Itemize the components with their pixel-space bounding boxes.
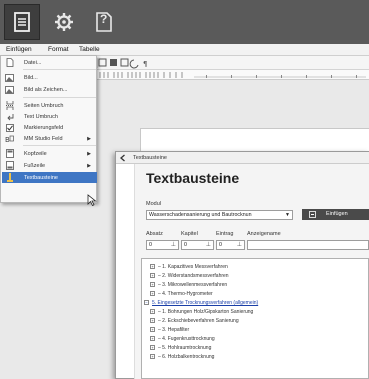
menu-item-mm-studio-feld[interactable]: B MM Studio Feld ▶	[2, 133, 97, 144]
dialog-window-title: Textbausteine	[133, 155, 167, 161]
kapitel-stepper[interactable]: 0 ⊥	[181, 240, 214, 250]
expand-icon[interactable]: +	[150, 327, 155, 333]
textblock-icon	[4, 172, 15, 183]
field-icon: B	[4, 133, 15, 144]
modul-select[interactable]: Wasserschadensanierung und Bautrocknun ▼	[146, 210, 293, 220]
back-arrow-icon[interactable]	[119, 154, 127, 162]
absatz-label: Absatz	[146, 231, 163, 237]
help-icon[interactable]: ?	[86, 4, 122, 40]
menu-item-datei[interactable]: Datei...	[2, 57, 97, 68]
expand-icon[interactable]: +	[150, 336, 155, 342]
insert-menu: Datei... Bild... Bild als Zeichen... Sei…	[0, 55, 97, 206]
menu-format[interactable]: Format	[48, 46, 69, 53]
tree-node[interactable]: + – 6. Holzbalkentrocknung	[150, 354, 214, 360]
tree-node[interactable]: + – 5. Hohlraumtrocknung	[150, 345, 211, 351]
expand-icon[interactable]: +	[150, 282, 155, 288]
expand-icon[interactable]: +	[150, 273, 155, 279]
tree-node-section[interactable]: −5. Eingesetzte Trocknungsverfahren (all…	[144, 300, 258, 306]
expand-icon[interactable]: +	[150, 309, 155, 315]
svg-text:B: B	[5, 136, 10, 143]
spinner-icon[interactable]: ⊥	[206, 241, 211, 249]
tree-node[interactable]: + – 1. Kapazitives Messverfahren	[150, 264, 228, 270]
expand-icon[interactable]: +	[150, 264, 155, 270]
submenu-arrow-icon: ▶	[87, 162, 91, 169]
eintrag-stepper[interactable]: 0 ⊥	[216, 240, 245, 250]
menu-item-text-umbruch[interactable]: Text Umbruch	[2, 111, 97, 122]
tree-node[interactable]: + – 3. Mikrowellenmessverfahren	[150, 282, 227, 288]
textblock-tree: + – 1. Kapazitives Messverfahren + – 2. Wi…	[141, 258, 369, 379]
expand-icon[interactable]: +	[150, 345, 155, 351]
text-break-icon	[4, 111, 15, 122]
menu-item-kopfzeile[interactable]: Kopfzeile ▶	[2, 148, 97, 159]
svg-text:¶: ¶	[143, 60, 147, 68]
expand-icon[interactable]: +	[150, 291, 155, 297]
page-break-icon	[4, 100, 15, 111]
kapitel-label: Kapitel	[181, 231, 198, 237]
header-icon	[4, 148, 15, 159]
anzeigename-label: Anzeigename	[247, 231, 281, 237]
menu-item-markierungsfeld[interactable]: Markierungsfeld	[2, 122, 97, 133]
dialog-titlebar[interactable]: Textbausteine	[116, 152, 369, 164]
image-icon	[4, 72, 15, 83]
ruler	[96, 70, 369, 80]
tree-node[interactable]: + – 1. Bohrungen Holz/Gipskarton Sanierun…	[150, 309, 253, 315]
gear-icon[interactable]	[46, 4, 82, 40]
dialog-heading: Textbausteine	[146, 170, 240, 186]
top-toolbar: ?	[0, 0, 369, 44]
collapse-icon[interactable]: −	[144, 300, 149, 306]
tree-node[interactable]: + – 2. Eckschiebeverfahren Sanierung	[150, 318, 239, 324]
tree-node[interactable]: + – 3. Hepafilter	[150, 327, 189, 333]
file-icon	[4, 57, 15, 68]
tree-node[interactable]: + – 4. Fugenkrusttrocknung	[150, 336, 215, 342]
modul-label: Modul	[146, 201, 161, 207]
expand-icon[interactable]: +	[150, 318, 155, 324]
tree-node[interactable]: + – 4. Thermo-Hygrometer	[150, 291, 213, 297]
tree-node[interactable]: + – 2. Widerstandsmessverfahren	[150, 273, 229, 279]
submenu-arrow-icon: ▶	[87, 150, 91, 157]
menu-item-fusszeile[interactable]: Fußzeile ▶	[2, 160, 97, 171]
checkbox-icon	[4, 122, 15, 133]
help-glyph: ?	[100, 12, 108, 26]
chevron-down-icon: ▼	[285, 212, 290, 218]
document-icon[interactable]	[4, 4, 40, 40]
expand-icon[interactable]: +	[150, 354, 155, 360]
menu-item-bild[interactable]: Bild...	[2, 72, 97, 83]
insert-button[interactable]: Einfügen	[302, 209, 369, 220]
menu-item-bild-als-zeichen[interactable]: Bild als Zeichen...	[2, 84, 97, 95]
mouse-cursor-icon	[87, 194, 97, 206]
image-char-icon	[4, 84, 15, 95]
insert-icon	[309, 211, 316, 218]
spinner-icon[interactable]: ⊥	[171, 241, 176, 249]
footer-icon	[4, 160, 15, 171]
menu-tabelle[interactable]: Tabelle	[79, 46, 100, 53]
menu-item-seiten-umbruch[interactable]: Seiten Umbruch	[2, 100, 97, 111]
menu-einfuegen[interactable]: Einfügen	[6, 46, 32, 53]
spinner-icon[interactable]: ⊥	[237, 241, 242, 249]
menu-item-textbausteine[interactable]: Textbausteine	[2, 172, 97, 183]
eintrag-label: Eintrag	[216, 231, 234, 237]
absatz-stepper[interactable]: 0 ⊥	[146, 240, 179, 250]
submenu-arrow-icon: ▶	[87, 135, 91, 142]
anzeigename-input[interactable]	[247, 240, 369, 250]
